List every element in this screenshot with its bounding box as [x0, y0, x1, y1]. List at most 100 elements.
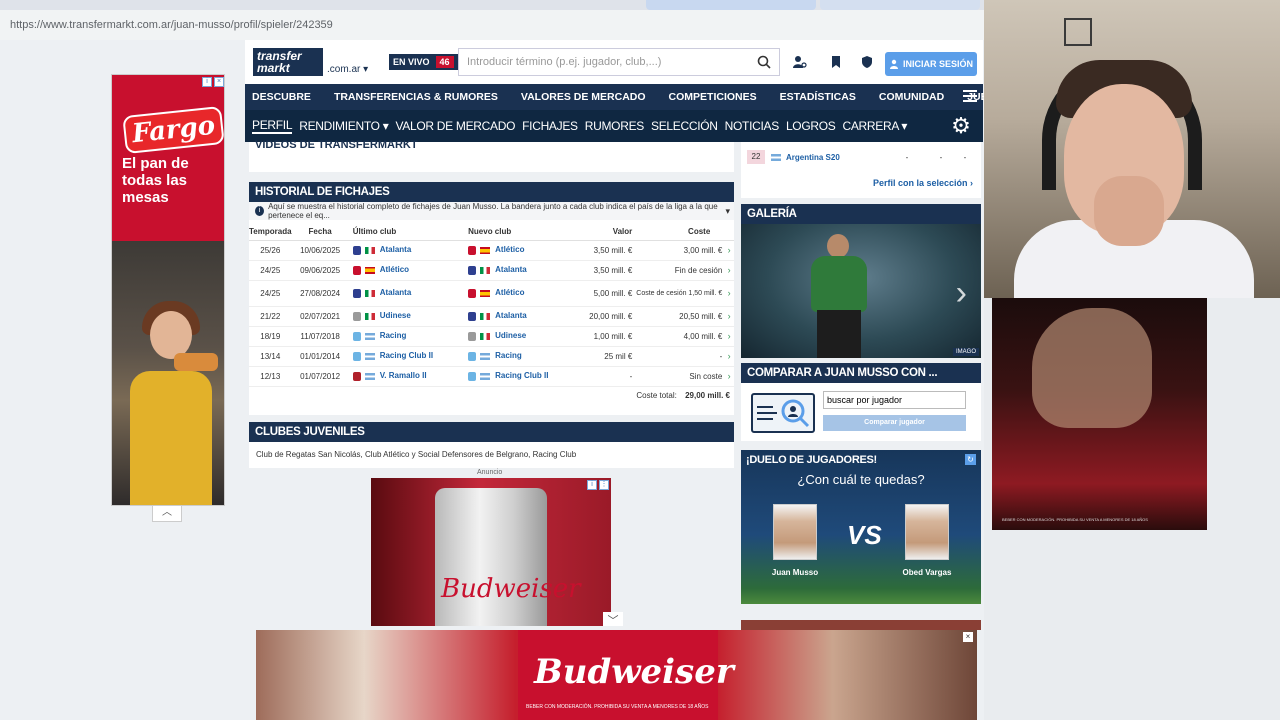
refresh-icon[interactable]: ↻	[965, 454, 976, 465]
to-club-cell[interactable]: Racing Club II	[464, 366, 577, 387]
gear-icon[interactable]: ⚙	[949, 114, 973, 138]
address-bar[interactable]: https://www.transfermarkt.com.ar/juan-mu…	[0, 10, 984, 40]
nav-item-descubre[interactable]: DESCUBRE	[252, 91, 311, 103]
gallery-image[interactable]: › IMAGO	[741, 224, 981, 358]
nav-item-comunidad[interactable]: COMUNIDAD	[879, 91, 944, 103]
tab-fichajes[interactable]: FICHAJES	[522, 119, 578, 133]
adchoices-icon[interactable]: i	[587, 480, 597, 490]
user-search-icon[interactable]	[793, 55, 807, 69]
tab-perfil[interactable]: PERFIL	[252, 118, 293, 134]
to-club-cell[interactable]: Racing	[464, 346, 577, 367]
table-row[interactable]: 13/14 01/01/2014 Racing Club II Racing 25 mi…	[249, 346, 734, 367]
nav-item-estadisticas[interactable]: ESTADÍSTICAS	[780, 91, 856, 103]
domain-selector[interactable]: .com.ar ▾	[327, 64, 368, 75]
bookmark-icon[interactable]	[829, 55, 843, 69]
login-button[interactable]: INICIAR SESIÓN	[885, 52, 977, 76]
row-arrow-icon[interactable]: ›	[724, 366, 734, 387]
close-ad-icon[interactable]: ×	[963, 632, 973, 642]
compare-button[interactable]: Comparar jugador	[823, 415, 966, 431]
chevron-down-icon[interactable]: ▾	[725, 206, 730, 217]
player2-photo[interactable]	[905, 504, 949, 560]
to-club-cell[interactable]: Atlético	[464, 280, 577, 307]
from-club-cell[interactable]: Udinese	[348, 306, 465, 327]
nav-item-competiciones[interactable]: COMPETICIONES	[669, 91, 757, 103]
bottom-sticky-ad[interactable]: Budweiser BEBER CON MODERACIÓN. PROHIBID…	[256, 630, 977, 720]
transfer-table: Temporada Fecha Último club Nuevo club V…	[249, 224, 734, 387]
shield-icon[interactable]	[860, 55, 874, 69]
to-club-link[interactable]: Atlético	[495, 288, 524, 297]
to-club-cell[interactable]: Atalanta	[464, 260, 577, 281]
from-club-link[interactable]: Racing	[380, 331, 407, 340]
national-team-profile-link[interactable]: Perfil con la selección ›	[873, 178, 973, 188]
center-ad-banner[interactable]: Budweiser i ⋮	[371, 478, 611, 626]
from-club-link[interactable]: Atalanta	[380, 288, 412, 297]
to-club-link[interactable]: Racing	[495, 351, 522, 360]
live-badge[interactable]: EN VIVO 46	[389, 54, 458, 70]
hamburger-menu-icon[interactable]	[963, 90, 977, 104]
to-club-link[interactable]: Atalanta	[495, 311, 527, 320]
table-row[interactable]: 24/25 27/08/2024 Atalanta Atlético 5,00 mill…	[249, 280, 734, 307]
chevron-down-icon[interactable]: ﹀	[603, 612, 623, 627]
compare-search-input[interactable]	[823, 391, 966, 409]
browser-tab[interactable]	[646, 0, 816, 10]
row-arrow-icon[interactable]: ›	[724, 326, 734, 347]
player1-name[interactable]: Juan Musso	[755, 568, 835, 577]
browser-tab[interactable]	[820, 0, 980, 10]
ad-options-icon[interactable]: ⋮	[599, 480, 609, 490]
table-row[interactable]: 12/13 01/07/2012 V. Ramallo II Racing Club …	[249, 366, 734, 387]
table-row[interactable]: 21/22 02/07/2021 Udinese Atalanta 20,00 mill…	[249, 306, 734, 327]
to-club-cell[interactable]: Atalanta	[464, 306, 577, 327]
close-ad-icon[interactable]: ×	[214, 77, 224, 87]
row-arrow-icon[interactable]: ›	[724, 306, 734, 327]
tab-valor-de-mercado[interactable]: VALOR DE MERCADO	[395, 119, 515, 133]
to-club-cell[interactable]: Atlético	[464, 240, 577, 261]
nav-item-valores[interactable]: VALORES DE MERCADO	[521, 91, 646, 103]
right-ad-peek[interactable]	[741, 620, 981, 630]
from-club-cell[interactable]: V. Ramallo II	[348, 366, 465, 387]
row-arrow-icon[interactable]: ›	[724, 240, 734, 261]
player1-photo[interactable]	[773, 504, 817, 560]
from-club-cell[interactable]: Atlético	[348, 260, 465, 281]
to-club-link[interactable]: Udinese	[495, 331, 526, 340]
from-club-link[interactable]: Atalanta	[380, 245, 412, 254]
tab-logros[interactable]: LOGROS	[786, 119, 836, 133]
from-club-cell[interactable]: Racing Club II	[348, 346, 465, 367]
table-row[interactable]: 24/25 09/06/2025 Atlético Atalanta 3,50 mill…	[249, 260, 734, 281]
table-row[interactable]: 18/19 11/07/2018 Racing Udinese 1,00 mill. €…	[249, 326, 734, 347]
to-club-link[interactable]: Racing Club II	[495, 371, 548, 380]
from-club-link[interactable]: Udinese	[380, 311, 411, 320]
row-arrow-icon[interactable]: ›	[724, 260, 734, 281]
table-row[interactable]: 25/26 10/06/2025 Atalanta Atlético 3,50 mill…	[249, 240, 734, 261]
left-ad-banner[interactable]: Fargo El pan de todas las mesas i ×	[111, 74, 225, 506]
country-flag-icon	[480, 372, 491, 380]
search-box[interactable]	[458, 48, 780, 76]
from-club-link[interactable]: V. Ramallo II	[380, 371, 427, 380]
to-club-cell[interactable]: Udinese	[464, 326, 577, 347]
transfermarkt-logo[interactable]: transfer markt	[253, 48, 323, 76]
national-team-name[interactable]: Argentina S20	[786, 153, 840, 162]
collapse-ad-button[interactable]: ︿	[152, 506, 182, 522]
from-club-link[interactable]: Atlético	[380, 265, 409, 274]
from-club-cell[interactable]: Atalanta	[348, 240, 465, 261]
row-arrow-icon[interactable]: ›	[724, 280, 734, 307]
url-text[interactable]: https://www.transfermarkt.com.ar/juan-mu…	[10, 19, 333, 31]
tab-rumores[interactable]: RUMORES	[585, 119, 645, 133]
row-arrow-icon[interactable]: ›	[724, 346, 734, 367]
tab-rendimiento[interactable]: RENDIMIENTO ▾	[299, 119, 389, 133]
search-icon[interactable]	[757, 55, 771, 69]
gallery-next-icon[interactable]: ›	[956, 274, 967, 313]
tab-carrera[interactable]: CARRERA ▾	[842, 119, 907, 133]
to-club-link[interactable]: Atlético	[495, 245, 524, 254]
from-club-link[interactable]: Racing Club II	[380, 351, 433, 360]
from-club-cell[interactable]: Racing	[348, 326, 465, 347]
adchoices-icon[interactable]: i	[202, 77, 212, 87]
to-club-link[interactable]: Atalanta	[495, 265, 527, 274]
tab-seleccion[interactable]: SELECCIÓN	[651, 119, 718, 133]
national-team-row[interactable]: 22 Argentina S20 - - -	[741, 142, 981, 164]
nav-item-transferencias[interactable]: TRANSFERENCIAS & RUMORES	[334, 91, 498, 103]
player2-name[interactable]: Obed Vargas	[887, 568, 967, 577]
tab-noticias[interactable]: NOTICIAS	[725, 119, 780, 133]
transfer-history-info[interactable]: i Aquí se muestra el historial completo …	[249, 202, 734, 220]
from-club-cell[interactable]: Atalanta	[348, 280, 465, 307]
search-input[interactable]	[467, 56, 747, 68]
